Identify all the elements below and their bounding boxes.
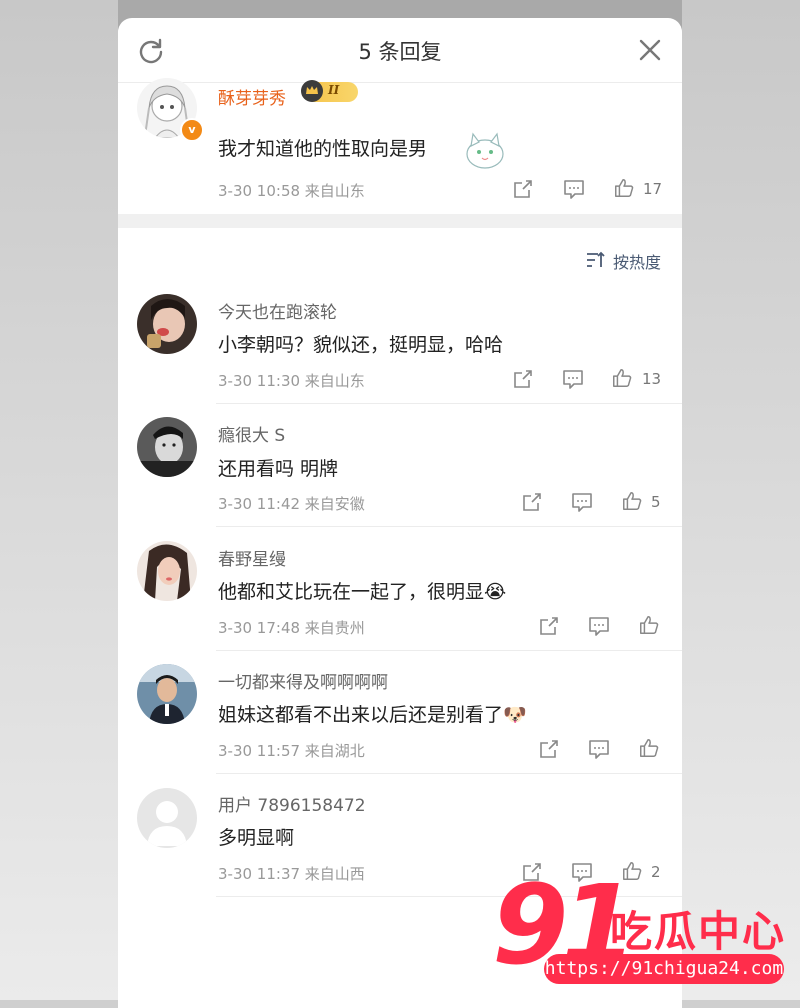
row-divider: [216, 526, 682, 527]
avatar[interactable]: [137, 664, 197, 724]
root-comment-text: 我才知道他的性取向是男: [218, 138, 428, 160]
row-divider: [216, 650, 682, 651]
row-divider: [216, 773, 682, 774]
backdrop-left: [0, 0, 118, 1000]
comment-icon[interactable]: [588, 738, 610, 760]
reply-username[interactable]: 瘾很大 S: [218, 421, 285, 446]
section-divider: [118, 214, 682, 228]
like-count: 13: [642, 370, 662, 388]
reply-text: 姐妹这都看不出来以后还是别看了🐶: [218, 704, 527, 726]
reply-meta: 3-30 11:30 来自山东: [218, 372, 365, 390]
close-icon[interactable]: [638, 38, 662, 62]
share-icon[interactable]: [538, 738, 560, 760]
backdrop-right: [682, 0, 800, 1000]
avatar[interactable]: [137, 417, 197, 477]
comment-icon[interactable]: [571, 491, 593, 513]
sort-icon[interactable]: [585, 250, 605, 270]
comment-icon[interactable]: [562, 368, 584, 390]
reply-text: 小李朝吗？貌似还，挺明显，哈哈: [218, 334, 504, 356]
reply-username[interactable]: 今天也在跑滚轮: [218, 298, 337, 323]
crying-face-icon: 😭: [484, 581, 507, 603]
share-icon[interactable]: [521, 491, 543, 513]
reply-meta: 3-30 11:37 来自山西: [218, 865, 365, 883]
avatar[interactable]: [137, 788, 197, 848]
avatar[interactable]: [137, 541, 197, 601]
reply-text: 多明显啊: [218, 827, 295, 849]
reply-meta: 3-30 17:48 来自贵州: [218, 619, 365, 637]
sheet-header: 5 条回复: [118, 18, 682, 83]
reply-meta: 3-30 11:57 来自湖北: [218, 742, 365, 760]
share-icon[interactable]: [538, 615, 560, 637]
comment-icon[interactable]: [563, 178, 585, 200]
reply-username[interactable]: 春野星缦: [218, 545, 286, 570]
share-icon[interactable]: [512, 178, 534, 200]
root-username[interactable]: 酥芽芽秀: [218, 84, 286, 109]
avatar[interactable]: [137, 294, 197, 354]
like-icon[interactable]: [612, 177, 636, 199]
sort-by-hot-button[interactable]: 按热度: [613, 249, 661, 273]
like-icon[interactable]: [610, 367, 634, 389]
crown-icon: [301, 80, 323, 102]
root-meta: 3-30 10:58 来自山东: [218, 182, 365, 200]
comment-icon[interactable]: [588, 615, 610, 637]
verified-badge-icon: v: [180, 118, 204, 142]
like-icon[interactable]: [620, 490, 644, 512]
vip-level: II: [328, 83, 340, 97]
reply-username[interactable]: 一切都来得及啊啊啊啊: [218, 668, 388, 693]
like-icon[interactable]: [637, 614, 661, 636]
reply-text: 他都和艾比玩在一起了，很明显😭: [218, 581, 507, 603]
reply-meta: 3-30 11:42 来自安徽: [218, 495, 365, 513]
row-divider: [216, 403, 682, 404]
like-count: 17: [643, 180, 663, 198]
doge-icon: 🐶: [503, 704, 527, 726]
watermark-url: https://91chigua24.com: [544, 954, 784, 984]
watermark-text: 吃瓜中心: [610, 907, 787, 956]
vip-badge: II: [301, 80, 358, 102]
cat-sticker-icon: [466, 132, 504, 169]
like-icon[interactable]: [637, 737, 661, 759]
share-icon[interactable]: [512, 368, 534, 390]
reply-username[interactable]: 用户 7896158472: [218, 791, 366, 816]
replies-sheet: 5 条回复 v 酥芽芽秀 II 我才知道他的性取向是男 3-30 10:58 来…: [118, 18, 682, 1008]
watermark-logo: 91 吃瓜中心 https://91chigua24.com: [492, 870, 792, 990]
sheet-title: 5 条回复: [358, 40, 442, 64]
reply-text: 还用看吗 明牌: [218, 458, 339, 480]
like-count: 5: [651, 493, 661, 511]
